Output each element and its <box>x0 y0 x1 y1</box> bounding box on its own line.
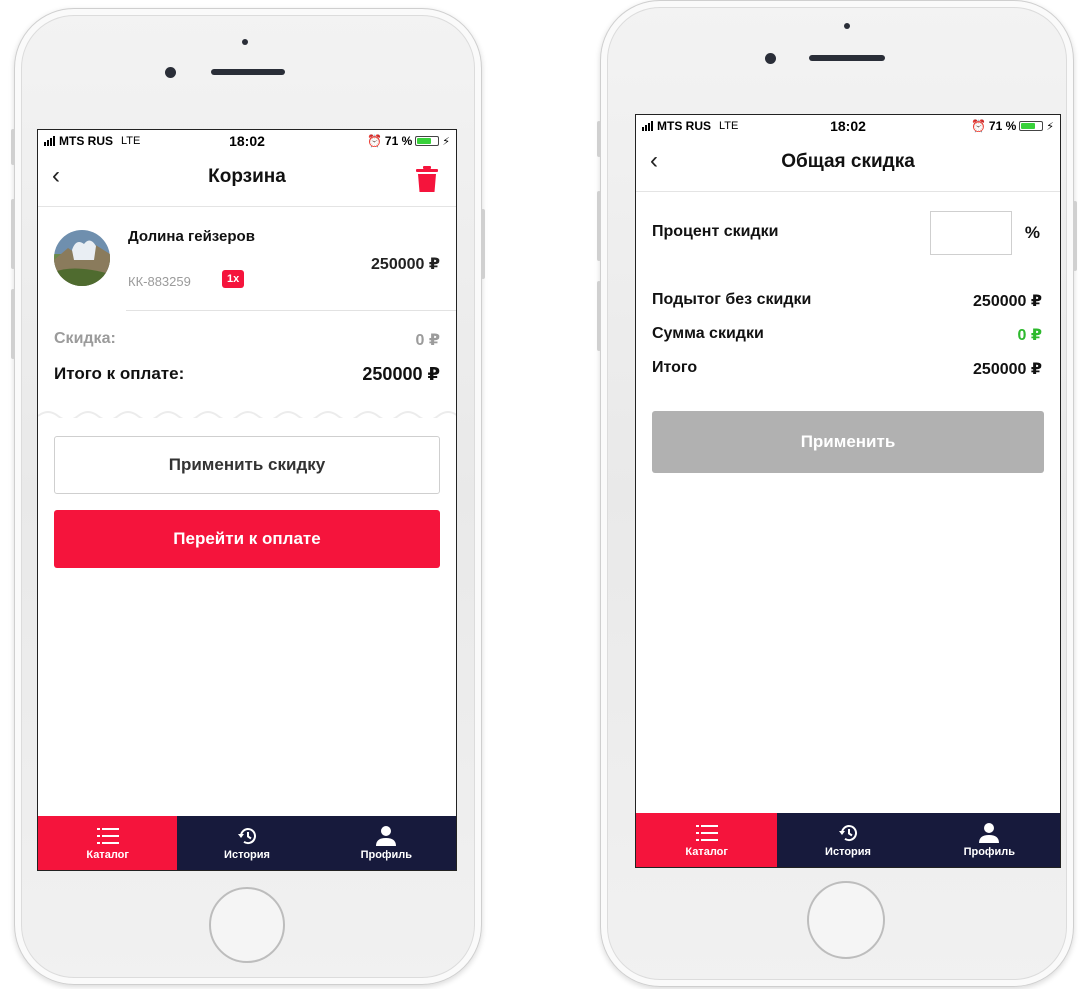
power-button <box>481 209 485 279</box>
mute-switch <box>597 121 601 157</box>
battery-percent: 71 % <box>988 119 1017 133</box>
tab-history-label: История <box>224 848 270 861</box>
cart-screen: MTS RUS LTE 18:02 ⏰ 71 % ⚡ ‹ Корзина Дол… <box>37 129 457 871</box>
navigation-bar: ‹ Общая скидка <box>636 137 1060 192</box>
discount-sum-row: Сумма скидки 0 ₽ <box>652 325 1042 344</box>
discount-label: Скидка: <box>54 330 116 347</box>
earpiece-speaker <box>211 69 285 75</box>
cart-item[interactable]: Долина гейзеров КК-883259 1x 250000 ₽ <box>38 206 456 310</box>
status-bar: MTS RUS LTE 18:02 ⏰ 71 % ⚡ <box>636 115 1060 137</box>
tab-catalog[interactable]: Каталог <box>38 816 178 870</box>
phone-left: MTS RUS LTE 18:02 ⏰ 71 % ⚡ ‹ Корзина Дол… <box>11 8 485 985</box>
tab-history-label: История <box>825 845 871 858</box>
tab-bar: Каталог История Профиль <box>38 816 456 870</box>
battery-percent: 71 % <box>384 134 413 148</box>
discount-sum-label: Сумма скидки <box>652 325 764 342</box>
user-icon <box>376 825 397 846</box>
apply-button[interactable]: Применить <box>652 411 1044 473</box>
list-icon <box>695 824 718 841</box>
volume-up-button <box>11 199 15 269</box>
tab-profile-label: Профиль <box>963 845 1016 858</box>
alarm-icon: ⏰ <box>970 119 986 133</box>
percent-label: Процент скидки <box>652 223 779 240</box>
home-button <box>209 887 285 963</box>
volume-down-button <box>11 289 15 359</box>
product-code: КК-883259 <box>128 274 191 289</box>
total-value: 250000 ₽ <box>973 361 1042 378</box>
percent-sign: % <box>1024 223 1040 242</box>
volume-down-button <box>597 281 601 351</box>
divider <box>126 310 456 311</box>
tab-catalog[interactable]: Каталог <box>636 813 778 867</box>
history-icon <box>237 827 256 844</box>
tab-bar: Каталог История Профиль <box>636 813 1060 867</box>
alarm-icon: ⏰ <box>366 134 382 148</box>
proximity-sensor <box>242 39 248 45</box>
charging-icon: ⚡ <box>442 135 450 148</box>
product-name: Долина гейзеров <box>128 228 255 245</box>
phone-right: MTS RUS LTE 18:02 ⏰ 71 % ⚡ ‹ Общая скидк… <box>597 0 1077 987</box>
apply-discount-button[interactable]: Применить скидку <box>54 436 440 494</box>
earpiece-speaker <box>809 55 885 61</box>
proximity-sensor <box>844 23 850 29</box>
tab-history[interactable]: История <box>777 813 919 867</box>
discount-percent-input[interactable] <box>930 211 1012 255</box>
page-title: Общая скидка <box>781 151 915 172</box>
page-title: Корзина <box>208 166 286 187</box>
user-icon <box>979 822 1000 843</box>
battery-icon <box>1019 121 1044 131</box>
power-button <box>1073 201 1077 271</box>
tab-history[interactable]: История <box>177 816 317 870</box>
battery-icon <box>415 136 440 146</box>
discount-value: 0 ₽ <box>415 332 440 349</box>
front-camera <box>765 53 776 64</box>
product-price: 250000 ₽ <box>371 256 440 273</box>
trash-icon[interactable] <box>416 166 438 192</box>
navigation-bar: ‹ Корзина <box>38 152 456 207</box>
total-row: Итого 250000 ₽ <box>652 359 1042 378</box>
status-bar: MTS RUS LTE 18:02 ⏰ 71 % ⚡ <box>38 130 456 152</box>
total-label: Итого к оплате: <box>54 364 185 383</box>
quantity-badge: 1x <box>222 270 245 288</box>
discount-screen: MTS RUS LTE 18:02 ⏰ 71 % ⚡ ‹ Общая скидк… <box>635 114 1061 868</box>
subtotal-row: Подытог без скидки 250000 ₽ <box>652 291 1042 310</box>
list-icon <box>96 827 119 844</box>
tab-catalog-label: Каталог <box>685 845 728 858</box>
front-camera <box>165 67 176 78</box>
mute-switch <box>11 129 15 165</box>
volume-up-button <box>597 191 601 261</box>
product-thumbnail <box>54 230 110 286</box>
total-value: 250000 ₽ <box>362 364 440 384</box>
receipt-edge <box>38 411 456 418</box>
total-label: Итого <box>652 359 698 376</box>
discount-sum-value: 0 ₽ <box>1017 327 1042 344</box>
history-icon <box>838 824 857 841</box>
subtotal-label: Подытог без скидки <box>652 291 812 308</box>
subtotal-value: 250000 ₽ <box>973 293 1042 310</box>
tab-profile[interactable]: Профиль <box>316 816 456 870</box>
tab-profile-label: Профиль <box>360 848 413 861</box>
charging-icon: ⚡ <box>1046 120 1054 133</box>
home-button <box>807 881 885 959</box>
tab-profile[interactable]: Профиль <box>918 813 1060 867</box>
tab-catalog-label: Каталог <box>86 848 129 861</box>
checkout-button[interactable]: Перейти к оплате <box>54 510 440 568</box>
